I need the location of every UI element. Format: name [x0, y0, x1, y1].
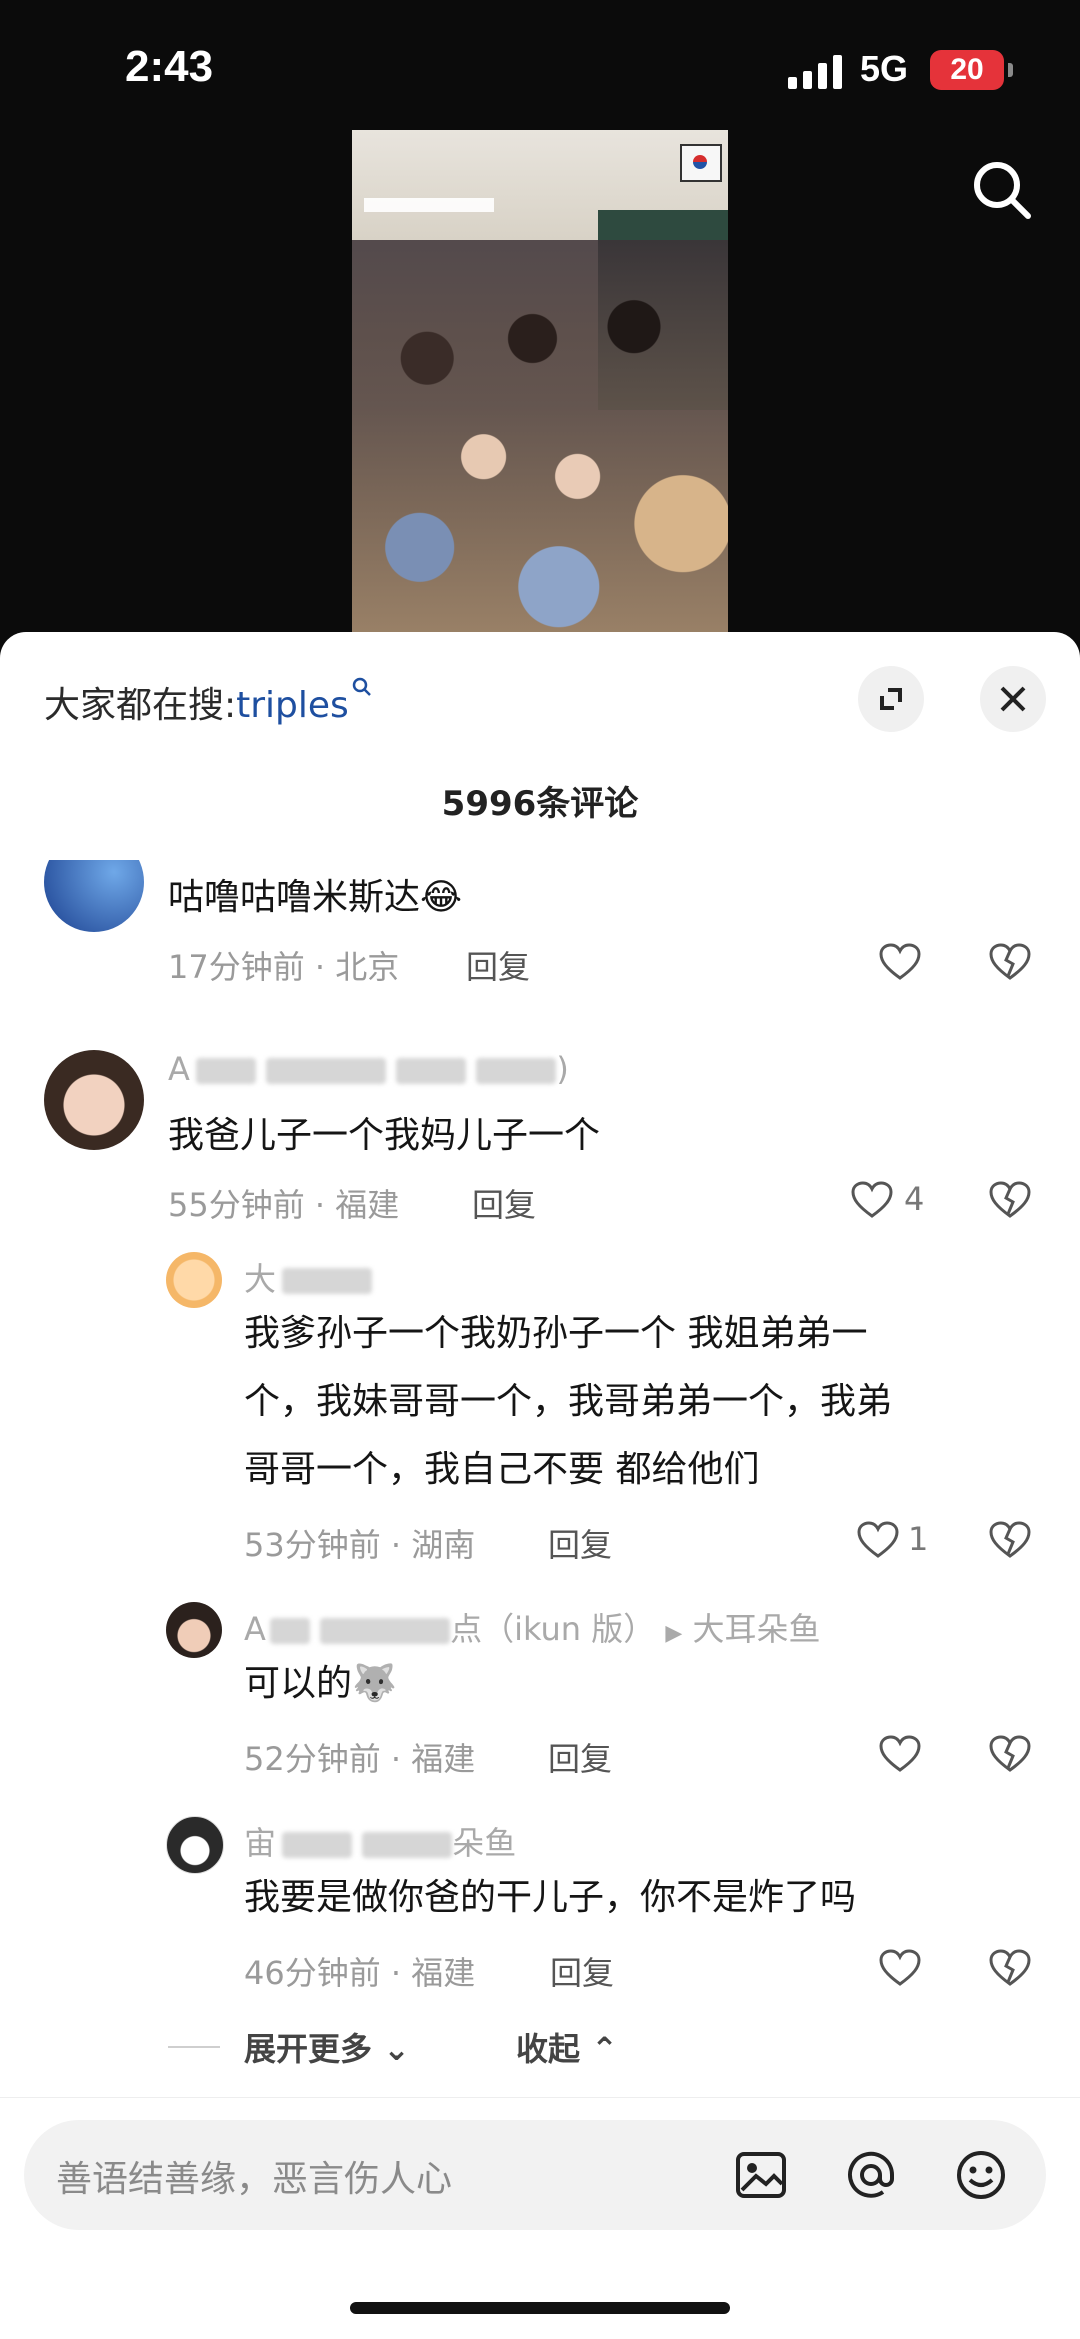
avatar[interactable]: [166, 1252, 222, 1308]
reply-to[interactable]: 大耳朵鱼: [693, 1610, 821, 1648]
comment-text: 咕噜咕噜米斯达😂: [168, 877, 463, 918]
ceiling-light: [364, 198, 494, 212]
image-icon[interactable]: [732, 2146, 790, 2204]
expand-more-button[interactable]: 展开更多 ⌄: [244, 2024, 410, 2070]
search-icon[interactable]: [970, 158, 1034, 222]
trending-search[interactable]: 大家都在搜:triples: [44, 676, 373, 728]
flag-icon: [680, 144, 722, 182]
comment-sheet: 大家都在搜:triples 5996条评论 咕噜咕噜米斯达😂 17分钟前 · 北…: [0, 632, 1080, 2339]
comment-text: 可以的🐺: [244, 1663, 397, 1704]
emoji-icon[interactable]: [952, 2146, 1010, 2204]
group-photo: [352, 240, 728, 634]
chevron-down-icon: ⌄: [383, 2030, 410, 2068]
divider: [168, 2046, 220, 2048]
username[interactable]: A ): [168, 1050, 569, 1088]
close-icon: [1000, 686, 1026, 712]
comment-text: 我要是做你爸的干儿子，你不是炸了吗: [244, 1877, 857, 1918]
mention-icon[interactable]: [842, 2146, 900, 2204]
trending-label: 大家都在搜:: [44, 685, 237, 726]
input-placeholder: 善语结善缘，恶言伤人心: [56, 2159, 453, 2200]
small-search-icon: [352, 677, 371, 696]
comment-meta: 46分钟前 · 福建: [244, 1954, 476, 1992]
signal-icon: [788, 55, 844, 89]
username[interactable]: 大: [244, 1254, 373, 1300]
comment-text-line: 哥哥一个，我自己不要 都给他们: [244, 1449, 760, 1490]
reply-button[interactable]: 回复: [550, 1948, 614, 1994]
heart-icon[interactable]: [878, 1734, 922, 1774]
username[interactable]: A 点（ikun 版） ▶ 大耳朵鱼: [244, 1604, 821, 1650]
video-preview[interactable]: [352, 130, 728, 634]
username[interactable]: 宙 朵鱼: [244, 1818, 516, 1864]
reply-button[interactable]: 回复: [466, 942, 530, 988]
expand-button[interactable]: [858, 666, 924, 732]
heart-icon[interactable]: [850, 1180, 894, 1220]
avatar[interactable]: [44, 1050, 144, 1150]
reply-button[interactable]: 回复: [548, 1734, 612, 1780]
comment-text-line: 个，我妹哥哥一个，我哥弟弟一个，我弟: [244, 1381, 893, 1422]
avatar[interactable]: [44, 860, 144, 932]
collapse-button[interactable]: 收起 ⌃: [516, 2024, 618, 2070]
battery-icon: 20: [930, 50, 1013, 90]
comment-meta: 52分钟前 · 福建: [244, 1740, 476, 1778]
comment-meta: 55分钟前 · 福建: [168, 1186, 400, 1224]
comment-meta: 17分钟前 · 北京: [168, 948, 400, 986]
home-indicator: [350, 2302, 730, 2314]
trending-query[interactable]: triples: [236, 685, 349, 726]
like-count: 4: [904, 1180, 925, 1218]
close-button[interactable]: [980, 666, 1046, 732]
avatar[interactable]: [166, 1602, 222, 1658]
reply-arrow-icon: ▶: [665, 1621, 683, 1646]
dislike-icon[interactable]: [988, 1948, 1032, 1988]
collapse-label: 收起: [516, 2030, 581, 2068]
dislike-icon[interactable]: [988, 1180, 1032, 1220]
comment-text: 我爸儿子一个我妈儿子一个: [168, 1115, 601, 1156]
comment-text: 我爹孙子一个我奶孙子一个 我姐弟弟一 个，我妹哥哥一个，我哥弟弟一个，我弟 哥哥…: [244, 1300, 1024, 1504]
chevron-up-icon: ⌃: [591, 2030, 618, 2068]
expand-more-label: 展开更多: [244, 2030, 373, 2068]
expand-icon: [880, 688, 902, 710]
dislike-icon[interactable]: [988, 1734, 1032, 1774]
comment-meta: 53分钟前 · 湖南: [244, 1526, 476, 1564]
heart-icon[interactable]: [878, 1948, 922, 1988]
status-time: 2:43: [125, 42, 214, 91]
dislike-icon[interactable]: [988, 1520, 1032, 1560]
network-type: 5G: [860, 48, 909, 89]
heart-icon[interactable]: [878, 942, 922, 982]
comment-input[interactable]: 善语结善缘，恶言伤人心: [24, 2120, 1046, 2230]
dislike-icon[interactable]: [988, 942, 1032, 982]
like-count: 1: [908, 1520, 929, 1558]
heart-icon[interactable]: [856, 1520, 900, 1560]
reply-button[interactable]: 回复: [472, 1180, 536, 1226]
status-bar: 2:43 5G 20: [0, 0, 1080, 130]
comment-count: 5996条评论: [441, 784, 639, 824]
reply-button[interactable]: 回复: [548, 1520, 612, 1566]
comment-text-line: 我爹孙子一个我奶孙子一个 我姐弟弟一: [244, 1313, 868, 1354]
avatar[interactable]: [166, 1816, 224, 1874]
